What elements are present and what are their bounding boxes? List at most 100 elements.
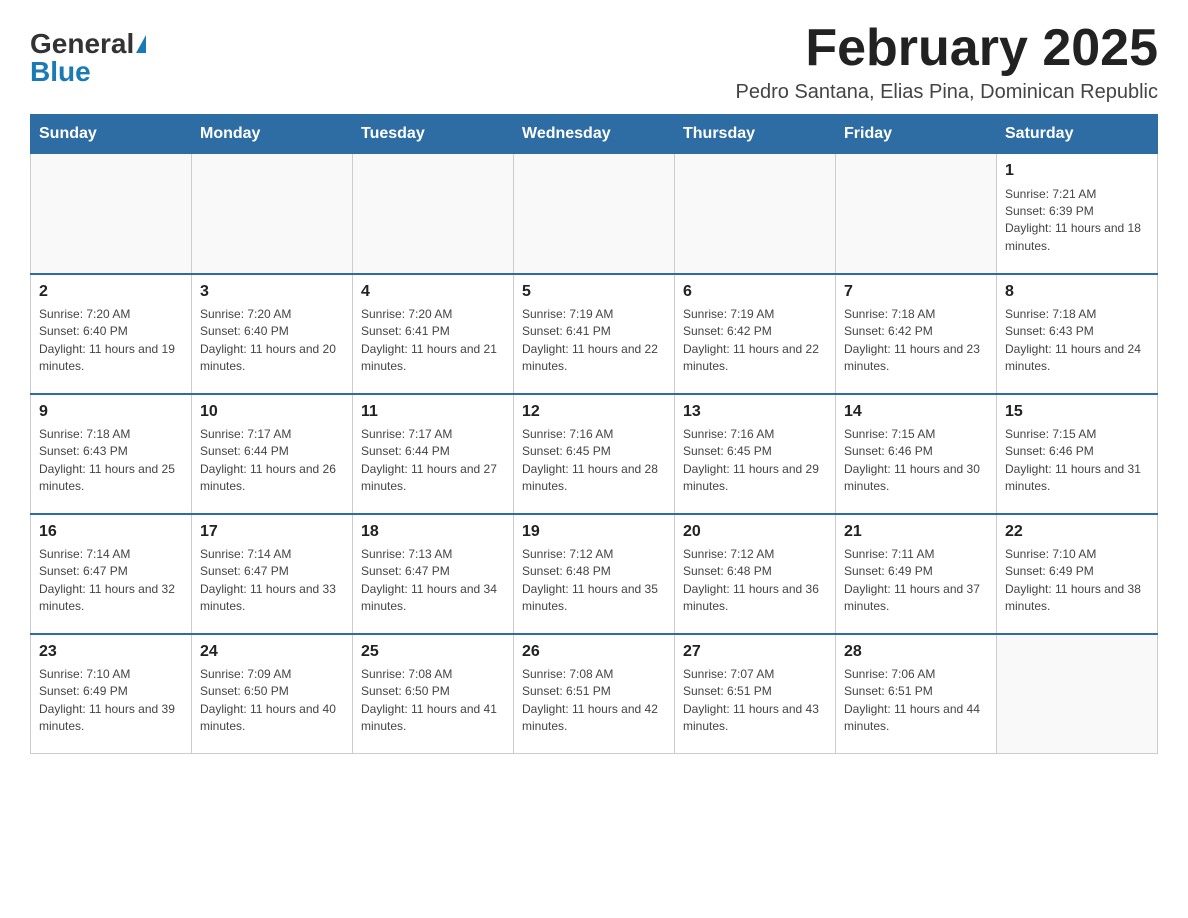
calendar-cell: 6 Sunrise: 7:19 AMSunset: 6:42 PMDaylight… bbox=[675, 274, 836, 394]
day-number: 4 bbox=[361, 281, 505, 303]
calendar-week-row: 9 Sunrise: 7:18 AMSunset: 6:43 PMDaylight… bbox=[31, 394, 1158, 514]
day-number: 23 bbox=[39, 641, 183, 663]
logo: General Blue bbox=[30, 20, 146, 86]
day-info: Sunrise: 7:11 AMSunset: 6:49 PMDaylight:… bbox=[844, 546, 988, 616]
logo-blue-text: Blue bbox=[30, 56, 91, 87]
calendar-cell: 7 Sunrise: 7:18 AMSunset: 6:42 PMDaylight… bbox=[836, 274, 997, 394]
day-number: 10 bbox=[200, 401, 344, 423]
calendar-cell: 5Sunrise: 7:19 AMSunset: 6:41 PMDaylight… bbox=[514, 274, 675, 394]
day-info: Sunrise: 7:10 AMSunset: 6:49 PMDaylight:… bbox=[39, 666, 183, 736]
day-number: 27 bbox=[683, 641, 827, 663]
day-info: Sunrise: 7:21 AMSunset: 6:39 PMDaylight:… bbox=[1005, 186, 1149, 256]
title-area: February 2025 Pedro Santana, Elias Pina,… bbox=[736, 20, 1158, 104]
day-info: Sunrise: 7:08 AMSunset: 6:51 PMDaylight:… bbox=[522, 666, 666, 736]
day-info: Sunrise: 7:13 AMSunset: 6:47 PMDaylight:… bbox=[361, 546, 505, 616]
day-number: 7 bbox=[844, 281, 988, 303]
day-info: Sunrise: 7:09 AMSunset: 6:50 PMDaylight:… bbox=[200, 666, 344, 736]
calendar-cell: 26 Sunrise: 7:08 AMSunset: 6:51 PMDayligh… bbox=[514, 634, 675, 754]
day-info: Sunrise: 7:15 AMSunset: 6:46 PMDaylight:… bbox=[844, 426, 988, 496]
location-subtitle: Pedro Santana, Elias Pina, Dominican Rep… bbox=[736, 81, 1158, 104]
weekday-header-friday: Friday bbox=[836, 115, 997, 154]
calendar-cell bbox=[514, 154, 675, 274]
day-info: Sunrise: 7:14 AMSunset: 6:47 PMDaylight:… bbox=[200, 546, 344, 616]
weekday-header-wednesday: Wednesday bbox=[514, 115, 675, 154]
calendar-cell: 20 Sunrise: 7:12 AMSunset: 6:48 PMDayligh… bbox=[675, 514, 836, 634]
calendar-cell: 2 Sunrise: 7:20 AMSunset: 6:40 PMDaylight… bbox=[31, 274, 192, 394]
calendar-cell bbox=[31, 154, 192, 274]
calendar-cell: 17 Sunrise: 7:14 AMSunset: 6:47 PMDayligh… bbox=[192, 514, 353, 634]
day-info: Sunrise: 7:20 AMSunset: 6:40 PMDaylight:… bbox=[39, 306, 183, 376]
weekday-header-sunday: Sunday bbox=[31, 115, 192, 154]
calendar-cell: 12 Sunrise: 7:16 AMSunset: 6:45 PMDayligh… bbox=[514, 394, 675, 514]
calendar-cell: 3 Sunrise: 7:20 AMSunset: 6:40 PMDaylight… bbox=[192, 274, 353, 394]
day-info: Sunrise: 7:18 AMSunset: 6:42 PMDaylight:… bbox=[844, 306, 988, 376]
calendar-cell: 18 Sunrise: 7:13 AMSunset: 6:47 PMDayligh… bbox=[353, 514, 514, 634]
day-info: Sunrise: 7:17 AMSunset: 6:44 PMDaylight:… bbox=[200, 426, 344, 496]
day-info: Sunrise: 7:14 AMSunset: 6:47 PMDaylight:… bbox=[39, 546, 183, 616]
day-number: 22 bbox=[1005, 521, 1149, 543]
calendar-cell: 14 Sunrise: 7:15 AMSunset: 6:46 PMDayligh… bbox=[836, 394, 997, 514]
day-number: 6 bbox=[683, 281, 827, 303]
calendar-cell: 4 Sunrise: 7:20 AMSunset: 6:41 PMDaylight… bbox=[353, 274, 514, 394]
day-number: 26 bbox=[522, 641, 666, 663]
day-info: Sunrise: 7:12 AMSunset: 6:48 PMDaylight:… bbox=[522, 546, 666, 616]
calendar-cell: 13Sunrise: 7:16 AMSunset: 6:45 PMDayligh… bbox=[675, 394, 836, 514]
day-number: 14 bbox=[844, 401, 988, 423]
day-number: 18 bbox=[361, 521, 505, 543]
calendar-cell: 8 Sunrise: 7:18 AMSunset: 6:43 PMDaylight… bbox=[997, 274, 1158, 394]
day-info: Sunrise: 7:10 AMSunset: 6:49 PMDaylight:… bbox=[1005, 546, 1149, 616]
day-number: 24 bbox=[200, 641, 344, 663]
day-number: 9 bbox=[39, 401, 183, 423]
calendar-cell: 22 Sunrise: 7:10 AMSunset: 6:49 PMDayligh… bbox=[997, 514, 1158, 634]
weekday-header-monday: Monday bbox=[192, 115, 353, 154]
calendar-cell: 23 Sunrise: 7:10 AMSunset: 6:49 PMDayligh… bbox=[31, 634, 192, 754]
calendar-cell bbox=[353, 154, 514, 274]
day-number: 12 bbox=[522, 401, 666, 423]
calendar-cell: 1 Sunrise: 7:21 AMSunset: 6:39 PMDaylight… bbox=[997, 154, 1158, 274]
day-number: 16 bbox=[39, 521, 183, 543]
day-info: Sunrise: 7:15 AMSunset: 6:46 PMDaylight:… bbox=[1005, 426, 1149, 496]
weekday-header-tuesday: Tuesday bbox=[353, 115, 514, 154]
calendar-cell bbox=[836, 154, 997, 274]
day-number: 3 bbox=[200, 281, 344, 303]
calendar-cell: 19 Sunrise: 7:12 AMSunset: 6:48 PMDayligh… bbox=[514, 514, 675, 634]
calendar-cell: 11 Sunrise: 7:17 AMSunset: 6:44 PMDayligh… bbox=[353, 394, 514, 514]
day-info: Sunrise: 7:19 AMSunset: 6:42 PMDaylight:… bbox=[683, 306, 827, 376]
day-info: Sunrise: 7:16 AMSunset: 6:45 PMDaylight:… bbox=[522, 426, 666, 496]
month-title: February 2025 bbox=[736, 20, 1158, 77]
day-number: 19 bbox=[522, 521, 666, 543]
calendar-cell: 9 Sunrise: 7:18 AMSunset: 6:43 PMDaylight… bbox=[31, 394, 192, 514]
day-info: Sunrise: 7:17 AMSunset: 6:44 PMDaylight:… bbox=[361, 426, 505, 496]
calendar-week-row: 23 Sunrise: 7:10 AMSunset: 6:49 PMDayligh… bbox=[31, 634, 1158, 754]
day-info: Sunrise: 7:12 AMSunset: 6:48 PMDaylight:… bbox=[683, 546, 827, 616]
day-number: 25 bbox=[361, 641, 505, 663]
weekday-header-saturday: Saturday bbox=[997, 115, 1158, 154]
day-number: 1 bbox=[1005, 160, 1149, 182]
day-info: Sunrise: 7:20 AMSunset: 6:40 PMDaylight:… bbox=[200, 306, 344, 376]
day-info: Sunrise: 7:07 AMSunset: 6:51 PMDaylight:… bbox=[683, 666, 827, 736]
header: General Blue February 2025 Pedro Santana… bbox=[30, 20, 1158, 104]
day-info: Sunrise: 7:18 AMSunset: 6:43 PMDaylight:… bbox=[1005, 306, 1149, 376]
calendar-cell: 10 Sunrise: 7:17 AMSunset: 6:44 PMDayligh… bbox=[192, 394, 353, 514]
calendar-cell bbox=[192, 154, 353, 274]
calendar-cell: 24 Sunrise: 7:09 AMSunset: 6:50 PMDayligh… bbox=[192, 634, 353, 754]
logo-triangle-icon bbox=[136, 35, 146, 53]
calendar-cell: 15Sunrise: 7:15 AMSunset: 6:46 PMDayligh… bbox=[997, 394, 1158, 514]
day-number: 11 bbox=[361, 401, 505, 423]
day-info: Sunrise: 7:19 AMSunset: 6:41 PMDaylight:… bbox=[522, 306, 666, 376]
calendar-cell: 27 Sunrise: 7:07 AMSunset: 6:51 PMDayligh… bbox=[675, 634, 836, 754]
day-info: Sunrise: 7:08 AMSunset: 6:50 PMDaylight:… bbox=[361, 666, 505, 736]
day-number: 28 bbox=[844, 641, 988, 663]
calendar-cell: 21Sunrise: 7:11 AMSunset: 6:49 PMDayligh… bbox=[836, 514, 997, 634]
calendar-table: SundayMondayTuesdayWednesdayThursdayFrid… bbox=[30, 114, 1158, 754]
day-number: 8 bbox=[1005, 281, 1149, 303]
day-info: Sunrise: 7:06 AMSunset: 6:51 PMDaylight:… bbox=[844, 666, 988, 736]
calendar-cell bbox=[675, 154, 836, 274]
day-number: 2 bbox=[39, 281, 183, 303]
calendar-week-row: 2 Sunrise: 7:20 AMSunset: 6:40 PMDaylight… bbox=[31, 274, 1158, 394]
weekday-header-row: SundayMondayTuesdayWednesdayThursdayFrid… bbox=[31, 115, 1158, 154]
day-number: 20 bbox=[683, 521, 827, 543]
day-number: 17 bbox=[200, 521, 344, 543]
day-info: Sunrise: 7:18 AMSunset: 6:43 PMDaylight:… bbox=[39, 426, 183, 496]
day-info: Sunrise: 7:20 AMSunset: 6:41 PMDaylight:… bbox=[361, 306, 505, 376]
